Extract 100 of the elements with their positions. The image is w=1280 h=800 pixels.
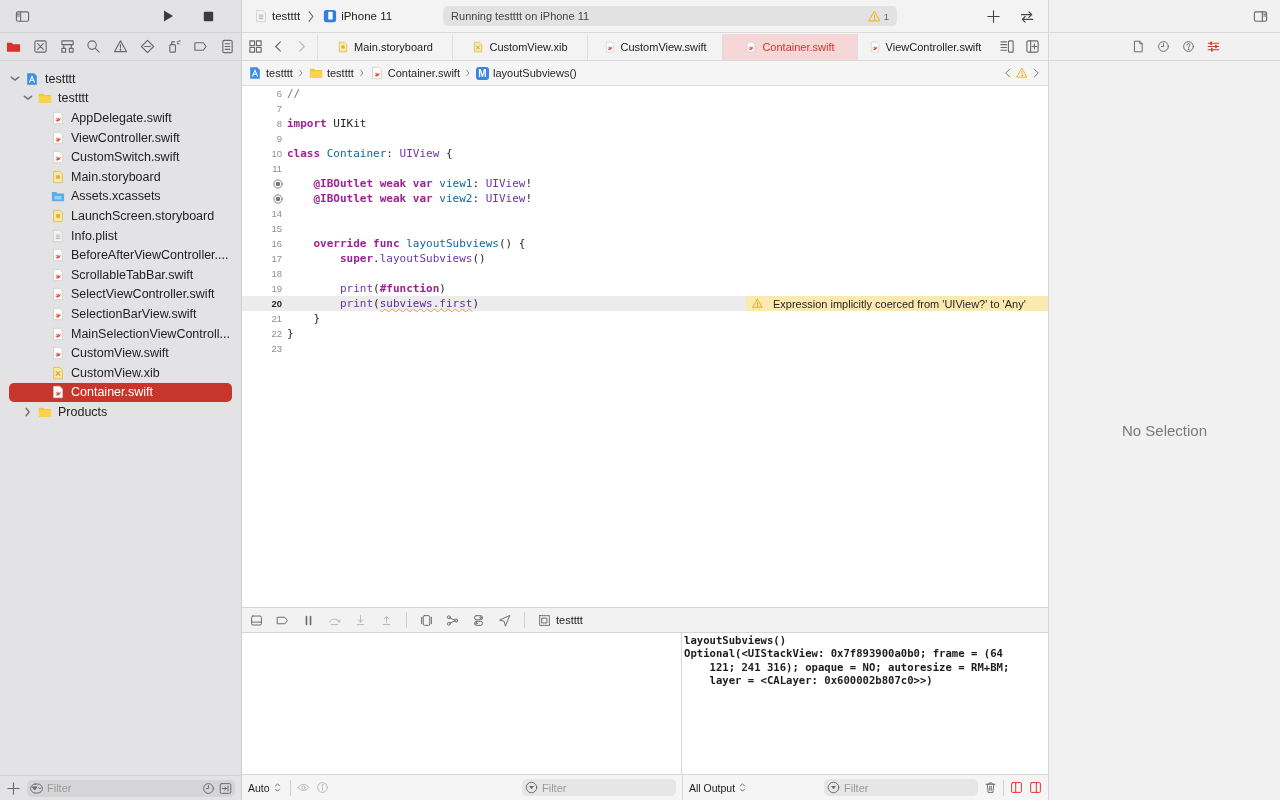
recent-icon[interactable]	[202, 781, 215, 795]
hierarchy-icon[interactable]	[59, 39, 75, 54]
view-debugger-icon[interactable]	[420, 613, 433, 627]
navigator-item[interactable]: LaunchScreen.storyboard	[9, 206, 232, 226]
storyboard-file-icon	[337, 40, 350, 53]
line-number: 18	[271, 268, 282, 279]
source-control-icon[interactable]	[32, 39, 48, 54]
swift-file-icon	[603, 40, 616, 53]
navigator-item[interactable]: CustomSwitch.swift	[9, 147, 232, 167]
navigator-item[interactable]: BeforeAfterViewController....	[9, 245, 232, 265]
navigator-item[interactable]: CustomView.swift	[9, 343, 232, 363]
add-icon[interactable]	[6, 780, 21, 796]
code-line: }	[287, 327, 294, 340]
storyboard-file-icon	[51, 169, 65, 184]
swift-file-icon	[51, 150, 65, 165]
code-line: import UIKit	[287, 117, 367, 130]
filter-icon[interactable]	[525, 781, 538, 794]
editor-tab[interactable]: ViewController.swift	[857, 33, 992, 60]
line-number: 16	[271, 238, 282, 249]
breadcrumb-item[interactable]: M layoutSubviews()	[475, 66, 577, 80]
navigator-item[interactable]: Container.swift	[9, 382, 232, 403]
line-number: 19	[271, 283, 282, 294]
search-icon[interactable]	[86, 39, 102, 54]
navigator-item[interactable]: CustomView.xib	[9, 362, 232, 383]
line-number: 21	[271, 313, 282, 324]
tag-icon[interactable]	[193, 39, 209, 54]
line-number: 22	[271, 328, 282, 339]
navigator-item[interactable]: SelectionBarView.swift	[9, 304, 232, 324]
grid-icon[interactable]	[248, 39, 263, 54]
spray-icon[interactable]	[166, 39, 182, 54]
code-line: }	[312, 312, 321, 325]
sidebar-toggle-icon[interactable]	[15, 8, 30, 24]
attributes-icon[interactable]	[1206, 40, 1220, 53]
console-line: Optional(<UIStackView: 0x7f893900a0b0; frame = (64	[684, 647, 1004, 661]
navigator-item[interactable]: ViewController.swift	[9, 127, 232, 148]
help-icon[interactable]	[1181, 40, 1195, 53]
filter-icon[interactable]	[827, 781, 840, 794]
breadcrumb-item[interactable]: testttt	[248, 66, 293, 80]
hide-debug-icon[interactable]	[250, 613, 263, 627]
line-number: 10	[271, 148, 282, 159]
navigator-item[interactable]: testttt	[9, 88, 232, 109]
code-line: @IBOutlet weak var view1: UIView!	[312, 177, 533, 190]
filter-field[interactable]: Filter	[824, 779, 978, 796]
file-inspector-icon[interactable]	[1131, 40, 1145, 53]
folder-icon	[308, 66, 323, 80]
filter-menu-icon[interactable]	[30, 781, 43, 795]
list-file-icon	[51, 228, 65, 243]
phone-icon	[323, 9, 338, 23]
line-number: 23	[271, 343, 282, 354]
warning-icon[interactable]	[113, 39, 128, 54]
diamond-icon[interactable]	[139, 39, 155, 54]
editor-tab[interactable]: Main.storyboard	[317, 33, 452, 60]
split-left-icon[interactable]	[1010, 781, 1023, 794]
code-line: super.layoutSubviews()	[338, 252, 486, 265]
inspector-toggle-icon[interactable]	[1253, 8, 1268, 24]
scheme-selector[interactable]: testttt	[254, 9, 301, 23]
breadcrumb-item[interactable]: Container.swift	[369, 66, 460, 80]
navigator-item[interactable]: Products	[9, 402, 232, 422]
scope-popup[interactable]: Auto	[248, 781, 284, 794]
location-icon[interactable]	[498, 613, 511, 627]
navigator-item[interactable]: testttt	[9, 69, 232, 89]
warning-banner[interactable]: Expression implicitly coerced from 'UIView?' to 'Any'	[746, 296, 1048, 311]
navigator-item[interactable]: SelectViewController.swift	[9, 284, 232, 305]
navigator-item[interactable]: AppDelegate.swift	[9, 108, 232, 128]
scope-icon[interactable]	[219, 781, 232, 795]
outlet-connection-icon[interactable]	[272, 192, 284, 205]
line-number: 15	[271, 223, 282, 234]
memory-graph-icon[interactable]	[446, 613, 459, 627]
swift-file-icon	[51, 287, 65, 302]
editor-options-icon[interactable]	[1000, 39, 1015, 54]
editor-tab[interactable]: Container.swift	[722, 33, 857, 60]
editor-tab[interactable]: CustomView.xib	[452, 33, 587, 60]
outlet-connection-icon[interactable]	[272, 177, 284, 190]
warning-count[interactable]: 1	[883, 10, 890, 22]
breadcrumb-item[interactable]: testttt	[308, 66, 354, 80]
navigator-item[interactable]: MainSelectionViewControll...	[9, 323, 232, 344]
history-icon[interactable]	[1156, 40, 1170, 53]
output-popup[interactable]: All Output	[689, 781, 750, 794]
navigator-item[interactable]: Main.storyboard	[9, 166, 232, 187]
add-editor-icon[interactable]	[1025, 39, 1040, 54]
trash-icon[interactable]	[984, 781, 997, 794]
process-selector[interactable]: testttt	[538, 613, 583, 627]
add-icon[interactable]	[986, 8, 1001, 24]
split-right-icon[interactable]	[1029, 781, 1042, 794]
navigator-item[interactable]: Info.plist	[9, 225, 232, 246]
line-number: 9	[276, 133, 282, 144]
swift-file-icon	[51, 306, 65, 321]
swift-file-icon	[745, 40, 758, 53]
filter-field[interactable]: Filter	[27, 779, 235, 797]
report-icon[interactable]	[220, 39, 235, 54]
navigator-item[interactable]: ScrollableTabBar.swift	[9, 264, 232, 285]
swap-icon[interactable]	[1018, 8, 1036, 24]
filter-field[interactable]: Filter	[522, 779, 676, 796]
status-text: Running testttt on iPhone 11	[451, 10, 591, 22]
swift-file-icon	[51, 267, 65, 282]
code-line: //	[287, 87, 301, 100]
line-number: 6	[276, 88, 282, 99]
device-selector[interactable]: iPhone 11	[323, 9, 393, 23]
navigator-item[interactable]: Assets.xcassets	[9, 186, 232, 207]
project-icon	[25, 71, 39, 86]
